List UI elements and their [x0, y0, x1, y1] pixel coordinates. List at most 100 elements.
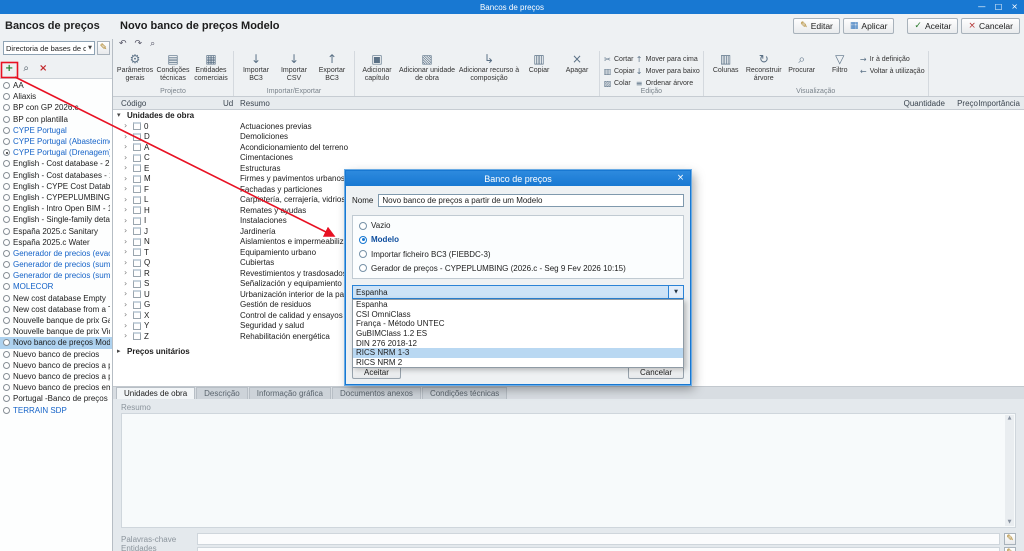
expand-icon[interactable]: ›	[124, 269, 131, 277]
edit-keywords-button[interactable]: ✎	[1004, 533, 1016, 545]
database-list-item[interactable]: Generador de precios (sumin...	[0, 259, 112, 270]
expand-icon[interactable]: ›	[124, 238, 131, 246]
database-list-item[interactable]: English - CYPE Cost Databas...	[0, 181, 112, 192]
condicoes-tecnicas-button[interactable]: ▤Condições técnicas	[154, 52, 192, 82]
column-codigo[interactable]: Código	[121, 99, 146, 108]
scrollbar[interactable]: ▲ ▼	[1005, 415, 1014, 526]
database-list-item[interactable]: English - CYPEPLUMBING - 1	[0, 192, 112, 203]
database-list-item[interactable]: English - Single-family detac...	[0, 214, 112, 225]
redo-icon[interactable]: ↷	[135, 40, 143, 49]
editar-button[interactable]: ✎ Editar	[793, 18, 840, 34]
database-list-item[interactable]: BP con GP 2026.c	[0, 102, 112, 113]
add-database-button[interactable]: +	[5, 64, 13, 74]
combo-option-franca-untec[interactable]: França - Método UNTEC	[353, 319, 683, 329]
combo-option-gubimclass[interactable]: GuBIMClass 1.2 ES	[353, 329, 683, 339]
database-list-item[interactable]: TERRAIN SDP	[0, 404, 112, 415]
procurar-button[interactable]: ⌕Procurar	[783, 52, 821, 75]
combo-option-rics-nrm-1-3[interactable]: RICS NRM 1-3	[353, 348, 683, 358]
database-list-item[interactable]: Portugal -Banco de preços - 1	[0, 393, 112, 404]
parametros-gerais-button[interactable]: ⚙Parâmetros gerais	[116, 52, 154, 82]
combo-option-rics-nrm-2[interactable]: RICS NRM 2	[353, 358, 683, 368]
tab-condicoes-tecnicas[interactable]: Condições técnicas	[422, 387, 507, 399]
database-list-item[interactable]: Nouvelle banque de prix Gab...	[0, 315, 112, 326]
resumo-textarea[interactable]: ▲ ▼	[121, 413, 1016, 528]
database-list-item[interactable]: Nuevo banco de precios em...	[0, 382, 112, 393]
expand-icon[interactable]: ›	[124, 143, 131, 151]
expand-icon[interactable]: ›	[124, 185, 131, 193]
tab-documentos-anexos[interactable]: Documentos anexos	[332, 387, 421, 399]
edit-directory-button[interactable]: ✎	[97, 41, 110, 55]
scroll-down-icon[interactable]: ▼	[1008, 520, 1012, 525]
database-list-item[interactable]: Aliaxis	[0, 91, 112, 102]
expand-icon[interactable]: ›	[124, 175, 131, 183]
minimize-button[interactable]: —	[978, 3, 986, 11]
importar-bc3-button[interactable]: ↓Importar BC3	[237, 52, 275, 82]
aceitar-button[interactable]: ✓ Aceitar	[907, 18, 958, 34]
expand-icon[interactable]: ›	[124, 133, 131, 141]
delete-database-button[interactable]: ×	[39, 64, 47, 74]
database-list-item[interactable]: AA	[0, 80, 112, 91]
expand-icon[interactable]: ›	[124, 227, 131, 235]
column-ud[interactable]: Ud	[223, 99, 233, 108]
zoom-icon[interactable]: ⌕	[150, 40, 155, 49]
database-list-item[interactable]: España 2025.c Water	[0, 237, 112, 248]
database-list-item[interactable]: MOLECOR	[0, 281, 112, 292]
expand-icon[interactable]: ›	[124, 332, 131, 340]
database-list-item[interactable]: Nouvelle banque de prix Vide	[0, 326, 112, 337]
column-preco[interactable]: Preço	[957, 99, 978, 108]
chevron-down-icon[interactable]: ▼	[668, 286, 683, 298]
name-input[interactable]: Novo banco de preços a partir de um Mode…	[378, 194, 684, 207]
importar-csv-button[interactable]: ↓Importar CSV	[275, 52, 313, 82]
undo-icon[interactable]: ↶	[119, 40, 127, 49]
modelo-combobox[interactable]: Espanha ▼	[352, 285, 684, 299]
expand-icon[interactable]: ›	[124, 217, 131, 225]
database-list-item[interactable]: Generador de precios (evacu...	[0, 248, 112, 259]
chapter-row[interactable]: ›DDemoliciones	[113, 132, 1024, 143]
mover-cima-button[interactable]: ↑Mover para cima	[635, 54, 700, 65]
expand-icon[interactable]: ›	[124, 280, 131, 288]
database-list-item[interactable]: Generador de precios (sumin...	[0, 270, 112, 281]
expand-icon[interactable]: ›	[124, 290, 131, 298]
restore-button[interactable]: □	[995, 3, 1003, 11]
chapter-row[interactable]: ›AAcondicionamiento del terreno	[113, 142, 1024, 153]
aplicar-button[interactable]: ▦ Aplicar	[843, 18, 895, 34]
cortar-button[interactable]: ✂Cortar	[603, 54, 635, 65]
entities-input[interactable]	[197, 547, 1000, 551]
expand-icon[interactable]: ›	[124, 196, 131, 204]
database-list-item-selected[interactable]: Novo banco de preços Mod...	[0, 337, 112, 348]
option-modelo[interactable]: Modelo	[359, 235, 677, 244]
column-quantidade[interactable]: Quantidade	[904, 99, 945, 108]
database-list-item[interactable]: New cost database from a Te...	[0, 304, 112, 315]
dialog-titlebar[interactable]: Banco de preços ×	[346, 171, 690, 186]
collapse-icon[interactable]: ▾	[117, 112, 125, 119]
cancelar-button[interactable]: × Cancelar	[961, 18, 1020, 34]
mover-baixo-button[interactable]: ↓Mover para baixo	[635, 66, 700, 77]
adicionar-recurso-button[interactable]: ↳Adicionar recurso à composição	[458, 52, 520, 82]
database-list-item[interactable]: CYPE Portugal (Abastecimen...	[0, 136, 112, 147]
expand-icon[interactable]: ›	[124, 259, 131, 267]
reconstruir-arvore-button[interactable]: ↻Reconstruir árvore	[745, 52, 783, 82]
database-list-item[interactable]: English - Cost database - 2	[0, 158, 112, 169]
expand-icon[interactable]: ▸	[117, 348, 125, 355]
tab-informacao-grafica[interactable]: Informação gráfica	[249, 387, 331, 399]
tree-root-unidades-de-obra[interactable]: ▾Unidades de obra	[113, 110, 1024, 121]
chapter-row[interactable]: ›0Actuaciones previas	[113, 121, 1024, 132]
directory-dropdown[interactable]: Directoria de bases de d... ▼	[3, 41, 95, 55]
database-list-item[interactable]: CYPE Portugal	[0, 125, 112, 136]
scroll-up-icon[interactable]: ▲	[1008, 416, 1012, 421]
keywords-input[interactable]	[197, 533, 1000, 545]
database-list-item[interactable]: New cost database Empty	[0, 293, 112, 304]
exportar-bc3-button[interactable]: ↑Exportar BC3	[313, 52, 351, 82]
column-resumo[interactable]: Resumo	[240, 99, 270, 108]
dialog-close-button[interactable]: ×	[673, 172, 688, 185]
expand-icon[interactable]: ›	[124, 322, 131, 330]
expand-icon[interactable]: ›	[124, 301, 131, 309]
combo-option-espanha[interactable]: Espanha	[353, 300, 683, 310]
expand-icon[interactable]: ›	[124, 122, 131, 130]
titlebar[interactable]: Bancos de preços — □ ×	[0, 0, 1024, 14]
chapter-row[interactable]: ›CCimentaciones	[113, 153, 1024, 164]
expand-icon[interactable]: ›	[124, 311, 131, 319]
tab-descricao[interactable]: Descrição	[196, 387, 248, 399]
edit-entities-button[interactable]: ✎	[1004, 547, 1016, 551]
combo-option-din-276[interactable]: DIN 276 2018-12	[353, 338, 683, 348]
